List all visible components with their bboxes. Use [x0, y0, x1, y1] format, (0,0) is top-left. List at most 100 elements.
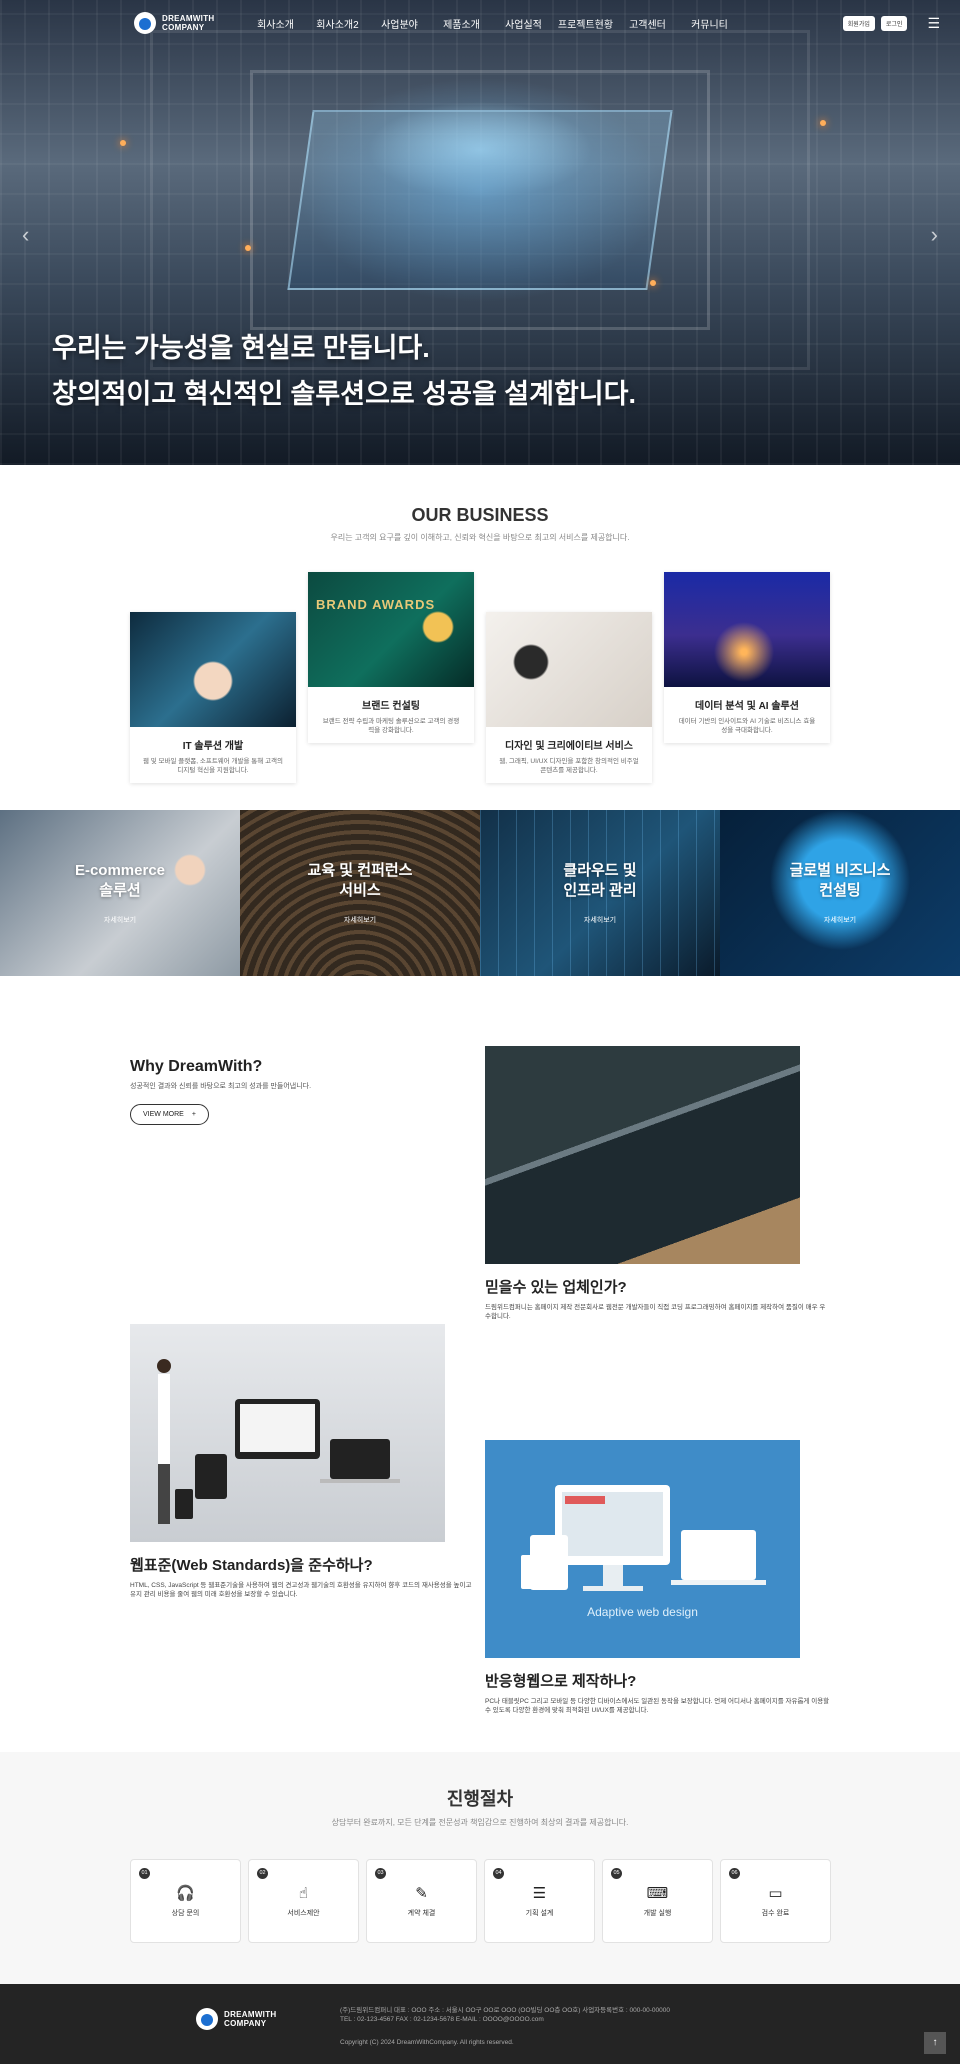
service-more-link[interactable]: 자세히보기 — [104, 915, 136, 925]
step-number: 04 — [493, 1868, 504, 1879]
service-title: E-commerce 솔루션 — [74, 862, 166, 899]
view-more-label: VIEW MORE — [143, 1111, 184, 1118]
menu-item[interactable]: 제품소개 — [430, 16, 492, 31]
why-subtitle: 성공적인 결과와 신뢰를 바탕으로 최고의 성과를 만들어냅니다. — [130, 1083, 312, 1090]
step-label: 상담 문의 — [171, 1910, 200, 1917]
hero-light — [650, 280, 656, 286]
logo-text: DREAMWITH COMPANY — [162, 14, 214, 32]
logo-line1: DREAMWITH — [162, 14, 215, 23]
process-step: 04 ☰ 기획 설계 — [484, 1859, 595, 1943]
logo-line2: COMPANY — [224, 2019, 267, 2028]
card-image-text: BRAND AWARDS — [316, 597, 436, 612]
card-image: BRAND AWARDS — [308, 572, 474, 687]
login-button[interactable]: 로그인 — [880, 15, 908, 31]
service-title: 글로벌 비즈니스 컨설팅 — [789, 862, 891, 899]
feature-desc: 드림위드컴퍼니는 홈페이지 제작 전문회사로 웹전문 개발자들이 직접 코딩 프… — [485, 1304, 826, 1320]
nav-utility: 회원가입 로그인 ☰ — [842, 15, 940, 32]
service-title: 교육 및 컨퍼런스 서비스 — [307, 862, 413, 899]
hero-light — [245, 245, 251, 251]
section-subtitle: 우리는 고객의 요구를 깊이 이해하고, 신뢰와 혁신을 바탕으로 최고의 서비… — [330, 533, 630, 542]
service-tile[interactable]: 클라우드 및 인프라 관리 자세히보기 — [480, 810, 720, 976]
process-step: 01 🎧 상담 문의 — [130, 1859, 241, 1943]
sliders-icon: ☰ — [532, 1885, 547, 1902]
card-desc: 데이터 기반의 인사이트와 AI 기술로 비즈니스 효율성을 극대화합니다. — [678, 718, 816, 734]
service-title: 클라우드 및 인프라 관리 — [563, 862, 637, 899]
card-image — [130, 612, 296, 727]
feature-block: Adaptive web design 반응형웹으로 제작하나? PC나 태블릿… — [485, 1440, 829, 1715]
step-label: 개발 실행 — [643, 1910, 672, 1917]
step-number: 03 — [375, 1868, 386, 1879]
hero-chip-graphic — [287, 110, 673, 290]
process-step: 06 ▭ 검수 완료 — [720, 1859, 831, 1943]
step-label: 계약 체결 — [407, 1910, 436, 1917]
business-card[interactable]: 디자인 및 크리에이티브 서비스 웹, 그래픽, UI/UX 디자인을 포함한 … — [486, 612, 652, 783]
business-card[interactable]: BRAND AWARDS 브랜드 컨설팅 브랜드 전략 수립과 마케팅 솔루션으… — [308, 572, 474, 743]
process-step: 03 ✎ 계약 체결 — [366, 1859, 477, 1943]
logo-text: DREAMWITH COMPANY — [224, 2010, 276, 2028]
site-logo[interactable]: DREAMWITH COMPANY — [134, 12, 214, 34]
slider-next-icon[interactable]: › — [931, 222, 938, 248]
card-desc: 웹, 그래픽, UI/UX 디자인을 포함한 창의적인 비주얼 콘텐츠를 제공합… — [499, 758, 639, 774]
service-tile[interactable]: E-commerce 솔루션 자세히보기 — [0, 810, 240, 976]
service-more-link[interactable]: 자세히보기 — [344, 915, 376, 925]
menu-item[interactable]: 프로젝트현황 — [554, 16, 616, 31]
service-more-link[interactable]: 자세히보기 — [824, 915, 856, 925]
step-number: 01 — [139, 1868, 150, 1879]
menu-item[interactable]: 회사소개 — [244, 16, 306, 31]
step-number: 05 — [611, 1868, 622, 1879]
scroll-top-button[interactable]: ↑ — [924, 2032, 946, 2054]
card-image — [486, 612, 652, 727]
headset-icon: 🎧 — [176, 1885, 195, 1902]
services-strip: E-commerce 솔루션 자세히보기 교육 및 컨퍼런스 서비스 자세히보기… — [0, 810, 960, 976]
hero-headline: 우리는 가능성을 현실로 만듭니다. 창의적이고 혁신적인 솔루션으로 성공을 … — [52, 325, 636, 417]
adaptive-caption: Adaptive web design — [587, 1605, 698, 1619]
feature-desc: HTML, CSS, JavaScript 등 웹표준기술을 사용하여 웹의 견… — [130, 1582, 472, 1598]
business-card[interactable]: IT 솔루션 개발 웹 및 모바일 플랫폼, 소프트웨어 개발을 통해 고객의 … — [130, 612, 296, 783]
web-standards-image — [130, 1324, 445, 1542]
slider-prev-icon[interactable]: ‹ — [22, 222, 29, 248]
card-title: IT 솔루션 개발 — [182, 741, 244, 752]
hamburger-menu-icon[interactable]: ☰ — [927, 15, 940, 32]
card-title: 디자인 및 크리에이티브 서비스 — [505, 741, 633, 752]
step-label: 서비스제안 — [287, 1910, 320, 1917]
logo-line2: COMPANY — [162, 23, 205, 32]
feature-block: 웹표준(Web Standards)을 준수하나? HTML, CSS, Jav… — [130, 1324, 471, 1599]
menu-item[interactable]: 회사소개2 — [306, 16, 368, 31]
menu-item[interactable]: 커뮤니티 — [678, 16, 740, 31]
process-section: 진행절차 상담부터 완료까지, 모든 단계를 전문성과 책임감으로 진행하여 최… — [0, 1752, 960, 1984]
process-title: 진행절차 — [446, 1789, 514, 1809]
menu-item[interactable]: 사업실적 — [492, 16, 554, 31]
feature-title: 믿을수 있는 업체인가? — [485, 1279, 627, 1296]
footer-logo[interactable]: DREAMWITH COMPANY — [196, 2008, 276, 2030]
step-label: 검수 완료 — [761, 1910, 790, 1917]
business-card[interactable]: 데이터 분석 및 AI 솔루션 데이터 기반의 인사이트와 AI 기술로 비즈니… — [664, 572, 830, 743]
footer-contact-info: TEL : 02-123-4567 FAX : 02-1234-5678 E-M… — [340, 2016, 544, 2023]
card-desc: 웹 및 모바일 플랫폼, 소프트웨어 개발을 통해 고객의 디지털 혁신을 지원… — [142, 758, 284, 774]
menu-item[interactable]: 고객센터 — [616, 16, 678, 31]
site-footer: DREAMWITH COMPANY (주)드림위드컴퍼니 대표 : OOO 주소… — [0, 1984, 960, 2064]
service-tile[interactable]: 글로벌 비즈니스 컨설팅 자세히보기 — [720, 810, 960, 976]
why-section: Why DreamWith? 성공적인 결과와 신뢰를 바탕으로 최고의 성과를… — [0, 976, 960, 1752]
adaptive-design-image: Adaptive web design — [485, 1440, 800, 1658]
card-title: 브랜드 컨설팅 — [362, 701, 420, 712]
hero-light — [820, 120, 826, 126]
process-step: 05 ⌨ 개발 실행 — [602, 1859, 713, 1943]
signup-button[interactable]: 회원가입 — [842, 15, 875, 31]
service-more-link[interactable]: 자세히보기 — [584, 915, 616, 925]
menu-item[interactable]: 사업분야 — [368, 16, 430, 31]
feature-title: 웹표준(Web Standards)을 준수하나? — [130, 1557, 373, 1574]
plus-icon: + — [191, 1111, 196, 1118]
laptop-code-image — [485, 1046, 800, 1264]
edit-icon: ✎ — [415, 1885, 428, 1902]
footer-company-info: (주)드림위드컴퍼니 대표 : OOO 주소 : 서울시 OO구 OO로 OOO… — [340, 2007, 670, 2014]
service-tile[interactable]: 교육 및 컨퍼런스 서비스 자세히보기 — [240, 810, 480, 976]
card-desc: 브랜드 전략 수립과 마케팅 솔루션으로 고객의 경쟁력을 강화합니다. — [322, 718, 460, 734]
business-cards: IT 솔루션 개발 웹 및 모바일 플랫폼, 소프트웨어 개발을 통해 고객의 … — [130, 572, 830, 783]
process-step: 02 ☝ 서비스제안 — [248, 1859, 359, 1943]
view-more-button[interactable]: VIEW MORE + — [130, 1104, 209, 1125]
step-number: 06 — [729, 1868, 740, 1879]
footer-copyright: Copyright (C) 2024 DreamWithCompany. All… — [340, 2039, 514, 2046]
card-title: 데이터 분석 및 AI 솔루션 — [695, 701, 799, 712]
hand-pointer-icon: ☝ — [298, 1885, 309, 1902]
logo-line1: DREAMWITH — [224, 2010, 277, 2019]
